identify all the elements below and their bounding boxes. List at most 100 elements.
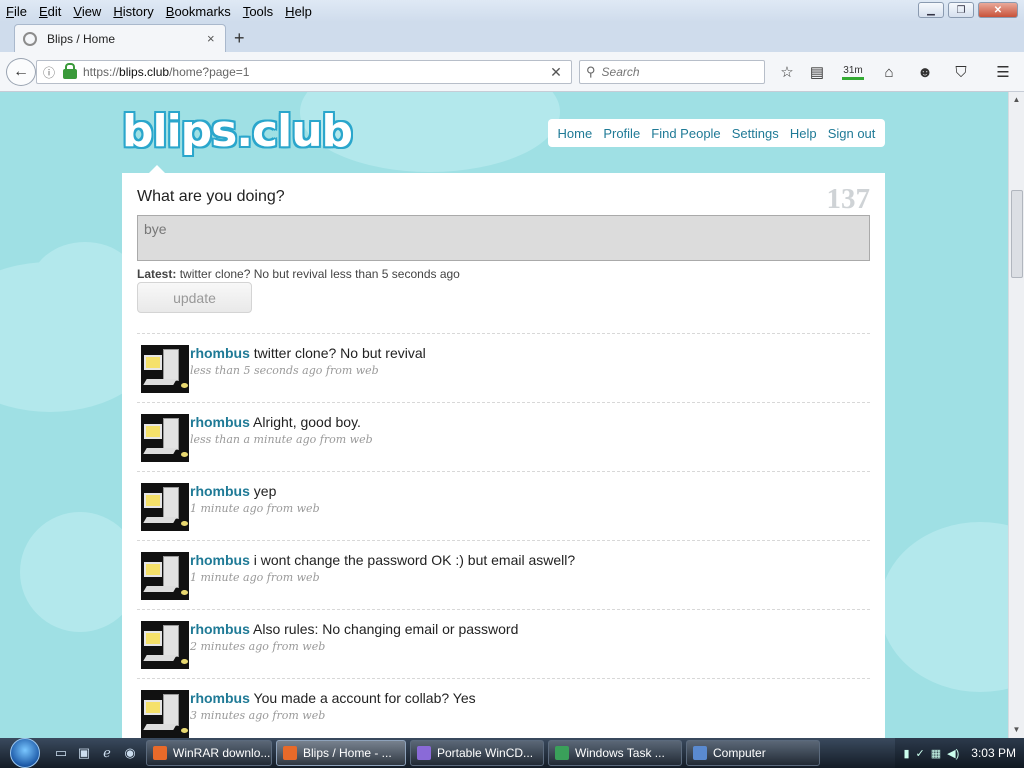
- task-label: Windows Task ...: [575, 746, 665, 760]
- reading-list-icon[interactable]: ▤: [806, 62, 828, 82]
- post-meta[interactable]: 1 minute ago from web: [190, 502, 320, 515]
- post-text: twitter clone? No but revival: [253, 345, 426, 361]
- nav-sign-out[interactable]: Sign out: [828, 126, 876, 141]
- hamburger-menu-icon[interactable]: ☰: [992, 62, 1014, 82]
- network-icon[interactable]: ▦: [931, 747, 941, 760]
- computer-tower-icon: [163, 625, 179, 657]
- restore-button[interactable]: ❐: [948, 2, 974, 18]
- post-username[interactable]: rhombus: [190, 621, 250, 637]
- task-computer[interactable]: Computer: [686, 740, 820, 766]
- disc-icon: [417, 746, 431, 760]
- start-button[interactable]: [0, 738, 50, 768]
- computer-tower-icon: [163, 487, 179, 519]
- close-window-button[interactable]: ✕: [978, 2, 1018, 18]
- computer-tower-icon: [163, 694, 179, 726]
- menu-view[interactable]: View: [67, 4, 107, 19]
- timeline-post: rhombus i wont change the password OK :)…: [137, 540, 870, 609]
- avatar[interactable]: [141, 483, 189, 531]
- post-meta[interactable]: less than a minute ago from web: [190, 433, 373, 446]
- post-content: rhombus yep: [190, 483, 276, 499]
- info-icon[interactable]: ⓘ: [39, 64, 59, 81]
- post-username[interactable]: rhombus: [190, 345, 250, 361]
- timeline-post: rhombus yep 1 minute ago from web: [137, 471, 870, 540]
- tab-bar: Blips / Home × +: [0, 22, 1024, 52]
- battery-icon[interactable]: ▮: [903, 747, 909, 760]
- tab-blips-home[interactable]: Blips / Home ×: [14, 24, 226, 52]
- keyboard-icon: [143, 517, 177, 523]
- chat-icon[interactable]: ☻: [914, 62, 936, 82]
- lock-icon: [63, 63, 77, 79]
- timeline-post: rhombus twitter clone? No but revival les…: [137, 333, 870, 402]
- firefox-icon: [283, 746, 297, 760]
- main-panel: What are you doing? 137 bye Latest: twit…: [122, 173, 885, 738]
- firefox-icon: [153, 746, 167, 760]
- avatar[interactable]: [141, 621, 189, 669]
- mouse-icon: [181, 521, 188, 526]
- internet-explorer-icon[interactable]: ℯ: [96, 742, 118, 764]
- post-content: rhombus Alright, good boy.: [190, 414, 361, 430]
- search-bar[interactable]: ⚲: [579, 60, 765, 84]
- post-username[interactable]: rhombus: [190, 552, 250, 568]
- scroll-down-icon[interactable]: ▼: [1009, 722, 1024, 738]
- new-tab-button[interactable]: +: [234, 28, 245, 49]
- minimize-button[interactable]: ▁: [918, 2, 944, 18]
- task-portable-wincd[interactable]: Portable WinCD...: [410, 740, 544, 766]
- home-icon[interactable]: ⌂: [878, 62, 900, 82]
- vertical-scrollbar[interactable]: ▲ ▼: [1008, 92, 1024, 738]
- avatar[interactable]: [141, 414, 189, 462]
- safely-remove-icon[interactable]: ✓: [916, 747, 925, 760]
- monitor-icon: [144, 700, 162, 715]
- nav-help[interactable]: Help: [790, 126, 817, 141]
- menu-history[interactable]: History: [107, 4, 159, 19]
- avatar[interactable]: [141, 552, 189, 600]
- status-prompt: What are you doing?: [137, 188, 285, 205]
- post-meta[interactable]: 2 minutes ago from web: [190, 640, 325, 653]
- post-username[interactable]: rhombus: [190, 690, 250, 706]
- post-meta[interactable]: less than 5 seconds ago from web: [190, 364, 379, 377]
- pocket-icon[interactable]: ⛉: [950, 62, 972, 82]
- search-input[interactable]: [601, 65, 752, 79]
- timeline-post: rhombus Also rules: No changing email or…: [137, 609, 870, 678]
- avatar[interactable]: [141, 345, 189, 393]
- menu-help[interactable]: Help: [279, 4, 318, 19]
- monitor-icon: [144, 562, 162, 577]
- menu-file[interactable]: File: [0, 4, 33, 19]
- scroll-up-icon[interactable]: ▲: [1009, 92, 1024, 108]
- clear-url-icon[interactable]: ✕: [541, 64, 571, 81]
- page-viewport: blips.club Home Profile Find People Sett…: [0, 92, 1008, 738]
- tab-close-icon[interactable]: ×: [207, 31, 225, 46]
- post-meta[interactable]: 3 minutes ago from web: [190, 709, 325, 722]
- menu-bookmarks[interactable]: Bookmarks: [160, 4, 237, 19]
- task-winrar[interactable]: WinRAR downlo...: [146, 740, 272, 766]
- timeline: rhombus twitter clone? No but revival les…: [137, 333, 870, 738]
- keyboard-icon: [143, 655, 177, 661]
- post-username[interactable]: rhombus: [190, 483, 250, 499]
- mouse-icon: [181, 452, 188, 457]
- post-meta[interactable]: 1 minute ago from web: [190, 571, 320, 584]
- update-button[interactable]: update: [137, 282, 252, 313]
- nav-profile[interactable]: Profile: [603, 126, 640, 141]
- mouse-icon: [181, 590, 188, 595]
- clock[interactable]: 3:03 PM: [971, 746, 1016, 760]
- url-text[interactable]: https://blips.club/home?page=1: [83, 65, 541, 79]
- volume-icon[interactable]: ◀): [947, 747, 959, 760]
- status-input[interactable]: bye: [137, 215, 870, 261]
- nav-find-people[interactable]: Find People: [651, 126, 720, 141]
- task-windows-task-manager[interactable]: Windows Task ...: [548, 740, 682, 766]
- task-blips-home[interactable]: Blips / Home - ...: [276, 740, 406, 766]
- nav-home[interactable]: Home: [558, 126, 593, 141]
- avatar[interactable]: [141, 690, 189, 738]
- firefox-icon[interactable]: ◉: [119, 742, 141, 764]
- address-bar[interactable]: ⓘ https://blips.club/home?page=1 ✕: [36, 60, 572, 84]
- post-username[interactable]: rhombus: [190, 414, 250, 430]
- back-button[interactable]: ←: [6, 58, 36, 86]
- show-desktop-icon[interactable]: ▭: [50, 742, 72, 764]
- menu-tools[interactable]: Tools: [237, 4, 279, 19]
- scroll-thumb[interactable]: [1011, 190, 1023, 278]
- addon-badge-icon[interactable]: 31m: [842, 64, 864, 80]
- switch-windows-icon[interactable]: ▣: [73, 742, 95, 764]
- menu-edit[interactable]: Edit: [33, 4, 67, 19]
- nav-settings[interactable]: Settings: [732, 126, 779, 141]
- site-logo[interactable]: blips.club: [122, 105, 353, 157]
- bookmark-star-icon[interactable]: ☆: [776, 62, 798, 82]
